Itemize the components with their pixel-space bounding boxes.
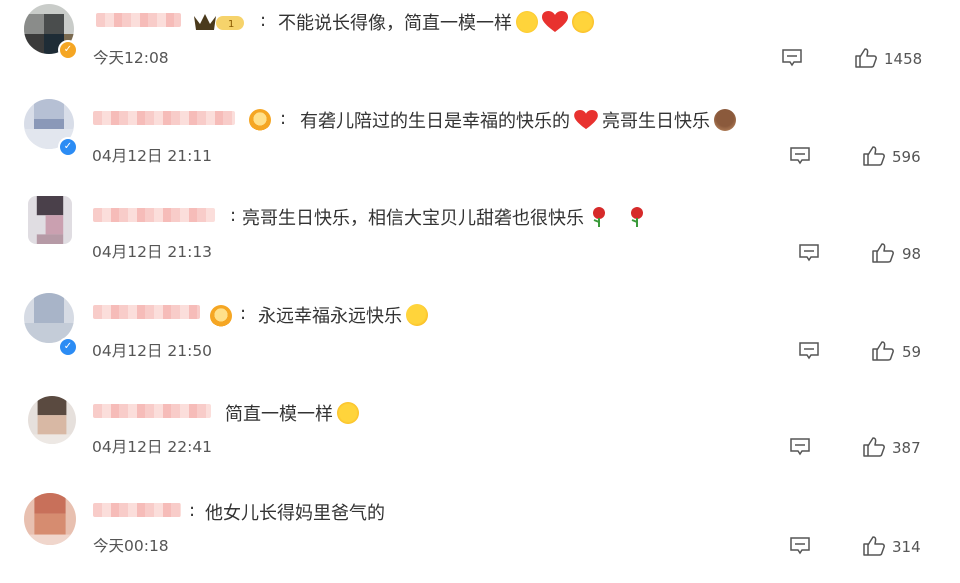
comment-time: 04月12日 21:13	[92, 243, 213, 261]
comment-bubble-icon[interactable]	[789, 147, 811, 165]
comment-time: 今天00:18	[93, 537, 169, 555]
avatar[interactable]	[28, 196, 72, 244]
comment-bubble-icon[interactable]	[789, 438, 811, 456]
heart-icon	[574, 110, 598, 130]
laughing-tears-emoji-icon	[516, 11, 538, 33]
starstruck-emoji-icon	[572, 11, 594, 33]
thumbs-up-icon[interactable]	[872, 341, 894, 361]
comment-text-body: 有砻儿陪过的生日是幸福的快乐的	[300, 111, 570, 132]
svg-text:1: 1	[228, 19, 234, 30]
thumbs-up-icon[interactable]	[872, 243, 894, 263]
like-count: 596	[892, 148, 921, 166]
comment-time: 04月12日 21:50	[92, 342, 213, 360]
comment-time: 04月12日 21:11	[92, 147, 213, 165]
comment-text-body-2: 亮哥生日快乐	[602, 111, 710, 132]
colon: :	[189, 500, 196, 521]
comment-time: 04月12日 22:41	[92, 438, 213, 456]
comment-item: 简直一模一样 04月12日 22:41 387	[0, 388, 960, 484]
thumbs-up-icon[interactable]	[855, 48, 877, 68]
comment-text: 他女儿长得妈里爸气的	[205, 499, 385, 525]
comment-text: 不能说长得像，简直一模一样	[278, 9, 594, 35]
verified-badge-icon: ✓	[58, 40, 78, 60]
like-count: 314	[892, 538, 921, 556]
username-blurred[interactable]	[93, 111, 235, 125]
comment-text: 永远幸福永远快乐	[258, 302, 428, 328]
comment-bubble-icon[interactable]	[798, 244, 820, 262]
comment-bubble-icon[interactable]	[798, 342, 820, 360]
colon: :	[240, 303, 247, 324]
rose-icon	[631, 207, 643, 227]
username-blurred[interactable]	[93, 503, 181, 517]
thumbs-up-icon[interactable]	[863, 437, 885, 457]
comment-text: 有砻儿陪过的生日是幸福的快乐的 亮哥生日快乐	[300, 107, 736, 133]
like-count: 387	[892, 439, 921, 457]
comment-text: 亮哥生日快乐，相信大宝贝儿甜砻也很快乐	[242, 204, 648, 230]
comment-item: ✓ : 有砻儿陪过的生日是幸福的快乐的 亮哥生日快乐 04月12日 21:11 …	[0, 97, 960, 193]
like-count: 1458	[884, 50, 923, 68]
colon: :	[230, 205, 237, 226]
comment-text-body: 简直一模一样	[225, 404, 333, 425]
avatar[interactable]	[24, 293, 74, 343]
heart-eyes-emoji-icon	[337, 402, 359, 424]
comment-list: ✓ 1 : 不能说长得像，简直一模一样 今天12:08 1458 ✓: 有砻儿…	[0, 0, 960, 565]
comment-text: 简直一模一样	[225, 400, 359, 426]
colon: :	[280, 108, 287, 129]
colon: :	[260, 10, 267, 31]
comment-text-body: 永远幸福永远快乐	[258, 306, 402, 327]
username-blurred[interactable]	[93, 208, 215, 222]
comment-bubble-icon[interactable]	[781, 49, 803, 67]
comment-text-body: 亮哥生日快乐，相信大宝贝儿甜砻也很快乐	[242, 208, 584, 229]
comment-item: ✓ : 永远幸福永远快乐 04月12日 21:50 59	[0, 291, 960, 387]
username-blurred[interactable]	[96, 13, 181, 27]
vip-level-icon: 1	[194, 14, 244, 30]
avatar[interactable]	[28, 396, 76, 444]
verified-badge-icon: ✓	[58, 337, 78, 357]
like-count: 59	[902, 343, 922, 361]
comment-item: ✓ 1 : 不能说长得像，简直一模一样 今天12:08 1458	[0, 0, 960, 96]
thumbs-up-icon[interactable]	[863, 536, 885, 556]
comment-item: : 亮哥生日快乐，相信大宝贝儿甜砻也很快乐 04月12日 21:13 98	[0, 194, 960, 290]
comment-time: 今天12:08	[93, 49, 169, 67]
comment-text-body: 他女儿长得妈里爸气的	[205, 503, 385, 524]
comment-text-body: 不能说长得像，简直一模一样	[278, 13, 512, 34]
username-blurred[interactable]	[93, 305, 200, 319]
rose-icon	[593, 207, 605, 227]
avatar[interactable]	[24, 493, 76, 545]
comment-bubble-icon[interactable]	[789, 537, 811, 555]
kissing-emoji-icon	[406, 304, 428, 326]
heart-icon	[542, 11, 568, 32]
like-count: 98	[902, 245, 922, 263]
verified-badge-icon: ✓	[58, 137, 78, 157]
comment-item: : 他女儿长得妈里爸气的 今天00:18 314	[0, 487, 960, 583]
cake-icon	[714, 109, 736, 131]
username-blurred[interactable]	[93, 404, 211, 418]
crown-icon	[210, 305, 232, 327]
thumbs-up-icon[interactable]	[863, 146, 885, 166]
crown-icon	[249, 109, 271, 131]
